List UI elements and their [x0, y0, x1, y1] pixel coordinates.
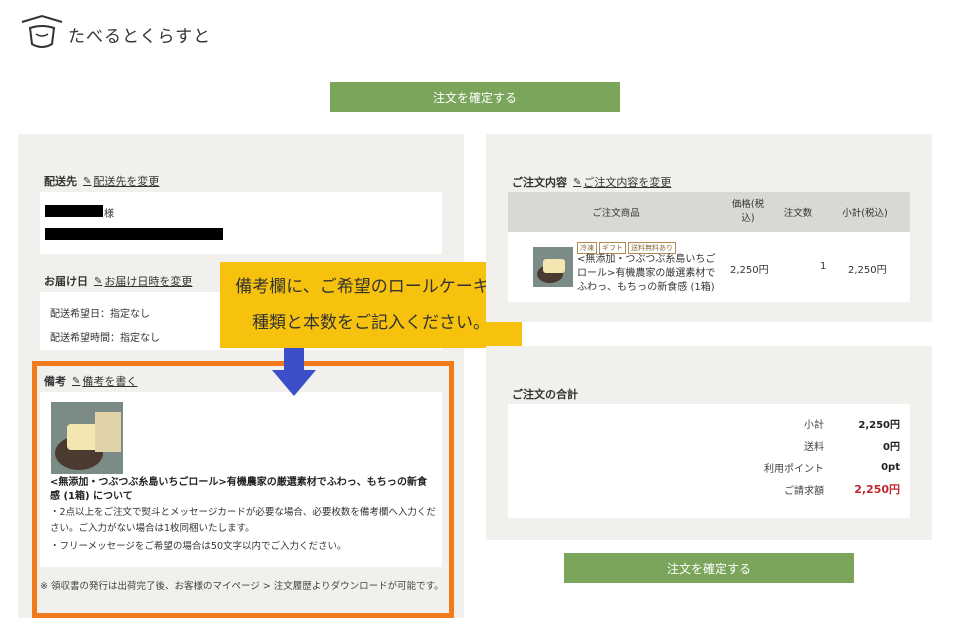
edit-icon: ✎ — [83, 175, 92, 187]
header-product: ご注文商品 — [592, 208, 640, 219]
edit-delivery-link[interactable]: ✎ 配送先を変更 — [83, 173, 159, 189]
order-section-title: ご注文内容 ✎ ご注文内容を変更 — [512, 174, 671, 190]
callout-line-1: 備考欄に、ご希望のロールケーキの — [235, 277, 507, 297]
callout-line-2: 種類と本数をご記入ください。 — [252, 313, 490, 333]
billing-value: 2,250円 — [854, 483, 900, 496]
order-item-qty: 1 — [820, 261, 827, 272]
brand-name: たべるとくらすと — [68, 26, 212, 47]
edit-schedule-label: お届け日時を変更 — [104, 275, 193, 288]
billing-row: ご請求額 2,250円 — [508, 478, 910, 500]
header-qty: 注文数 — [783, 208, 813, 219]
shipping-value: 0円 — [883, 441, 900, 453]
subtotal-label: 小計 — [804, 419, 824, 431]
confirm-order-button-top[interactable]: 注文を確定する — [330, 82, 620, 112]
order-item-thumbnail — [533, 247, 573, 287]
rice-bowl-logo-icon — [21, 14, 63, 48]
points-value: 0pt — [881, 461, 900, 473]
order-contents-panel: ご注文内容 ✎ ご注文内容を変更 ご注文商品 価格(税込) 注文数 小計(税込)… — [486, 134, 932, 322]
header-subtotal: 小計(税込) — [842, 208, 888, 219]
shipping-row: 送料 0円 — [508, 434, 910, 456]
order-title: ご注文内容 — [512, 176, 567, 189]
schedule-title: お届け日 — [44, 275, 88, 288]
schedule-section-title: お届け日 ✎ お届け日時を変更 — [44, 273, 192, 289]
order-item-tags: 冷凍 ギフト 送料無料あり — [577, 240, 727, 254]
brand-logo[interactable]: たべるとくらすと — [18, 12, 218, 56]
order-table: ご注文商品 価格(税込) 注文数 小計(税込) 冷凍 ギフト 送料無料あり <無添加… — [508, 192, 910, 302]
subtotal-row: 小計 2,250円 — [508, 412, 910, 434]
delivery-section-title: 配送先 ✎ 配送先を変更 — [44, 173, 159, 189]
edit-icon: ✎ — [573, 176, 582, 188]
billing-label: ご請求額 — [784, 485, 824, 497]
delivery-time: 配送希望時間：指定なし — [50, 333, 160, 344]
down-arrow-icon — [272, 348, 316, 396]
points-label: 利用ポイント — [764, 463, 824, 475]
totals-box: 小計 2,250円 送料 0円 利用ポイント 0pt ご請求額 2,250円 — [508, 404, 910, 518]
instruction-callout: 備考欄に、ご希望のロールケーキの 種類と本数をご記入ください。 — [220, 262, 522, 348]
delivery-date: 配送希望日：指定なし — [50, 309, 150, 320]
remarks-highlight-frame — [32, 361, 454, 618]
delivery-address-box: 様 — [40, 192, 442, 254]
redacted-address — [45, 228, 223, 240]
points-row: 利用ポイント 0pt — [508, 456, 910, 478]
edit-icon: ✎ — [94, 275, 103, 287]
totals-title: ご注文の合計 — [512, 388, 578, 401]
order-item-price: 2,250円 — [730, 265, 769, 276]
honorific: 様 — [104, 209, 114, 220]
delivery-title: 配送先 — [44, 175, 77, 188]
edit-delivery-label: 配送先を変更 — [93, 175, 160, 188]
order-item-row: 冷凍 ギフト 送料無料あり <無添加・つぶつぶ糸島いちごロール>有機農家の厳選素材で… — [508, 232, 910, 302]
order-item-subtotal: 2,250円 — [848, 265, 887, 276]
edit-order-label: ご注文内容を変更 — [583, 176, 672, 189]
redacted-name — [45, 205, 103, 217]
order-table-header: ご注文商品 価格(税込) 注文数 小計(税込) — [508, 192, 910, 232]
edit-schedule-link[interactable]: ✎ お届け日時を変更 — [94, 273, 192, 289]
subtotal-value: 2,250円 — [858, 419, 900, 431]
edit-order-link[interactable]: ✎ ご注文内容を変更 — [573, 174, 671, 190]
order-totals-panel: ご注文の合計 小計 2,250円 送料 0円 利用ポイント 0pt ご請求額 2… — [486, 346, 932, 540]
confirm-order-button-bottom[interactable]: 注文を確定する — [564, 553, 854, 583]
order-item-name: <無添加・つぶつぶ糸島いちごロール>有機農家の厳選素材でふわっ、もちっの新食感 … — [577, 254, 716, 293]
header-price: 価格(税込) — [731, 199, 765, 224]
shipping-label: 送料 — [804, 441, 824, 453]
